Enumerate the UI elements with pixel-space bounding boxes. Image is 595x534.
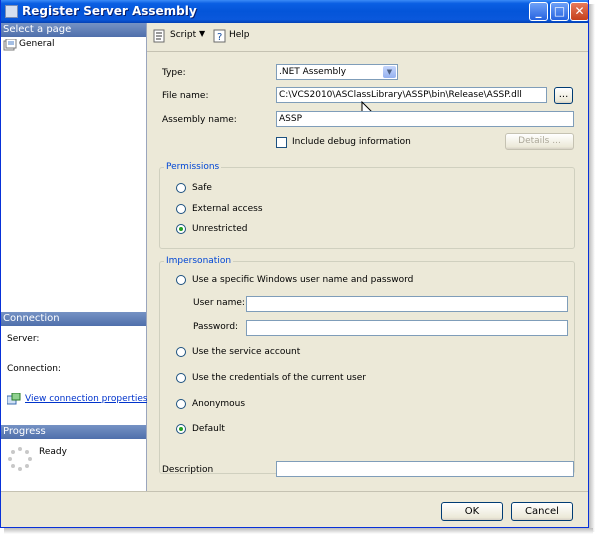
password-label: Password: xyxy=(193,322,239,332)
service-account-label: Use the service account xyxy=(192,347,301,357)
unrestricted-radio[interactable] xyxy=(176,224,186,234)
help-label: Help xyxy=(229,30,250,40)
impersonation-title: Impersonation xyxy=(164,256,234,267)
assembly-name-label: Assembly name: xyxy=(162,115,237,125)
script-icon xyxy=(153,29,165,43)
specific-user-label: Use a specific Windows user name and pas… xyxy=(192,275,414,285)
safe-radio[interactable] xyxy=(176,183,186,193)
window-shadow-right xyxy=(589,4,595,532)
file-name-field[interactable]: C:\VCS2010\ASClassLibrary\ASSP\bin\Relea… xyxy=(276,87,547,103)
help-button[interactable]: ? Help xyxy=(213,28,253,46)
title-bar[interactable]: Register Server Assembly _ □ ✕ xyxy=(1,0,588,23)
type-label: Type: xyxy=(162,68,186,78)
description-field[interactable] xyxy=(276,461,574,477)
connection-properties-icon xyxy=(7,393,21,405)
server-label: Server: xyxy=(7,334,40,344)
minimize-button[interactable]: _ xyxy=(529,2,548,21)
service-account-radio[interactable] xyxy=(176,347,186,357)
impersonation-group xyxy=(159,261,575,474)
toolbar-separator xyxy=(147,51,588,52)
page-icon xyxy=(3,39,17,51)
close-button[interactable]: ✕ xyxy=(570,2,588,21)
type-selected-value: .NET Assembly xyxy=(279,67,347,77)
chevron-down-icon[interactable]: ▼ xyxy=(383,66,396,78)
close-icon: ✕ xyxy=(574,4,585,18)
user-name-label: User name: xyxy=(193,298,245,308)
current-user-radio[interactable] xyxy=(176,373,186,383)
window-shadow-bottom xyxy=(4,528,593,534)
specific-user-radio[interactable] xyxy=(176,275,186,285)
password-field[interactable] xyxy=(246,320,568,336)
help-icon: ? xyxy=(213,29,226,43)
progress-status: Ready xyxy=(39,447,67,457)
anonymous-radio[interactable] xyxy=(176,399,186,409)
select-page-header: Select a page xyxy=(1,23,146,37)
current-user-label: Use the credentials of the current user xyxy=(192,373,366,383)
permission-label: Unrestricted xyxy=(192,224,248,234)
script-button[interactable]: Script ▼ xyxy=(153,28,207,46)
app-icon xyxy=(5,5,18,18)
window-title: Register Server Assembly xyxy=(22,4,197,18)
maximize-button[interactable]: □ xyxy=(550,2,569,21)
assembly-name-field[interactable]: ASSP xyxy=(276,111,574,127)
details-button[interactable]: Details ... xyxy=(505,133,574,150)
file-name-label: File name: xyxy=(162,91,209,101)
script-dropdown-icon[interactable]: ▼ xyxy=(199,29,205,38)
description-label: Description xyxy=(162,465,214,475)
include-debug-label: Include debug information xyxy=(292,137,411,147)
maximize-icon: □ xyxy=(553,4,566,18)
permission-label: External access xyxy=(192,204,263,214)
include-debug-checkbox[interactable] xyxy=(276,137,287,148)
left-pane: Select a page General Connection Server:… xyxy=(1,23,148,491)
view-connection-link[interactable]: View connection properties xyxy=(25,394,148,405)
svg-text:?: ? xyxy=(217,32,222,43)
ok-button[interactable]: OK xyxy=(441,502,503,521)
permission-label: Safe xyxy=(192,183,212,193)
dialog-footer: OK Cancel xyxy=(1,491,588,527)
connection-label: Connection: xyxy=(7,364,61,374)
permissions-title: Permissions xyxy=(164,162,222,173)
type-select[interactable]: .NET Assembly ▼ xyxy=(276,64,398,80)
anonymous-label: Anonymous xyxy=(192,399,246,409)
default-radio[interactable] xyxy=(176,424,186,434)
cancel-button[interactable]: Cancel xyxy=(511,502,573,521)
browse-button[interactable]: ... xyxy=(554,87,573,104)
progress-spinner-icon xyxy=(8,447,32,471)
default-label: Default xyxy=(192,424,225,434)
user-name-field[interactable] xyxy=(246,296,568,312)
main-pane: Script ▼ ? Help Type: .NET Assembly ▼ Fi… xyxy=(147,23,588,491)
dialog-window: Register Server Assembly _ □ ✕ Select a … xyxy=(0,0,589,528)
script-label: Script xyxy=(170,30,197,40)
connection-header: Connection xyxy=(1,312,146,326)
minimize-icon: _ xyxy=(535,4,542,18)
progress-header: Progress xyxy=(1,425,146,439)
page-item-label: General xyxy=(19,39,55,49)
external-access-radio[interactable] xyxy=(176,204,186,214)
